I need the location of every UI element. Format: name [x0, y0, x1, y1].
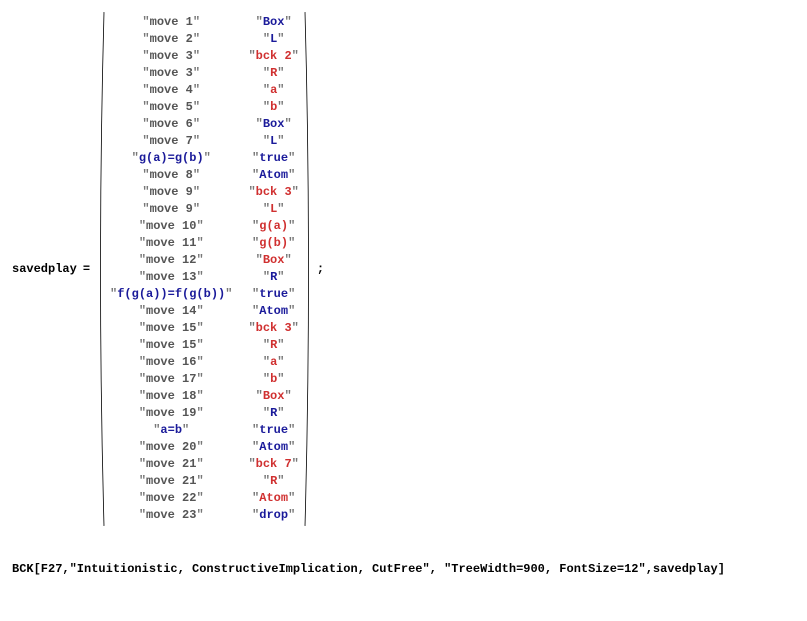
matrix-cell-left: "move 3"	[110, 65, 232, 82]
matrix-cell-right: "R"	[248, 337, 298, 354]
matrix-cell-left: "move 9"	[110, 201, 232, 218]
matrix-cell-left: "move 21"	[110, 473, 232, 490]
matrix-cell-right: "R"	[248, 65, 298, 82]
matrix-cell-left: "move 6"	[110, 116, 232, 133]
matrix-cell-right: "a"	[248, 82, 298, 99]
matrix-table: "move 1""Box""move 2""L""move 3""bck 2""…	[106, 12, 303, 526]
matrix-cell-right: "R"	[248, 405, 298, 422]
matrix-cell-left: "move 11"	[110, 235, 232, 252]
equals-sign: =	[83, 262, 90, 276]
assignment-line: savedplay = "move 1" "Box" "move 2" "L" "mov…	[12, 12, 795, 526]
matrix-cell-left: "move 17"	[110, 371, 232, 388]
matrix-cell-left: "move 14"	[110, 303, 232, 320]
matrix-cell-right: "true"	[248, 286, 298, 303]
matrix-cell-left: "move 15"	[110, 320, 232, 337]
matrix-cell-left: "move 7"	[110, 133, 232, 150]
matrix-cell-right: "L"	[248, 31, 298, 48]
matrix-cell-left: "move 19"	[110, 405, 232, 422]
matrix-cell-left: "move 23"	[110, 507, 232, 524]
matrix-cell-right: "bck 2"	[248, 48, 298, 65]
right-paren-icon	[303, 12, 313, 526]
variable-name: savedplay	[12, 262, 77, 276]
matrix-cell-left: "move 16"	[110, 354, 232, 371]
matrix-cell-left: "move 20"	[110, 439, 232, 456]
left-paren-icon	[96, 12, 106, 526]
matrix-container: "move 1""Box""move 2""L""move 3""bck 2""…	[96, 12, 313, 526]
matrix-cell-left: "a=b"	[110, 422, 232, 439]
matrix-cell-right: "R"	[248, 269, 298, 286]
matrix-cell-right: "true"	[248, 422, 298, 439]
matrix-cell-right: "Box"	[248, 252, 298, 269]
matrix-cell-right: "Atom"	[248, 490, 298, 507]
matrix-cell-right: "Atom"	[248, 439, 298, 456]
matrix-cell-right: "L"	[248, 201, 298, 218]
matrix-cell-right: "b"	[248, 99, 298, 116]
matrix-cell-right: "bck 3"	[248, 184, 298, 201]
matrix-cell-left: "move 15"	[110, 337, 232, 354]
matrix-cell-left: "move 9"	[110, 184, 232, 201]
matrix-cell-right: "Box"	[248, 116, 298, 133]
matrix-cell-left: "move 5"	[110, 99, 232, 116]
matrix-cell-right: "L"	[248, 133, 298, 150]
matrix-cell-right: "drop"	[248, 507, 298, 524]
matrix-cell-left: "f(g(a))=f(g(b))"	[110, 286, 232, 303]
matrix-cell-left: "move 2"	[110, 31, 232, 48]
function-call-line: BCK[F27,"Intuitionistic, ConstructiveImp…	[12, 562, 795, 576]
matrix-cell-right: "a"	[248, 354, 298, 371]
matrix-cell-right: "bck 7"	[248, 456, 298, 473]
matrix-cell-right: "g(b)"	[248, 235, 298, 252]
matrix-cell-left: "move 4"	[110, 82, 232, 99]
matrix-cell-right: "R"	[248, 473, 298, 490]
semicolon: ;	[317, 262, 324, 276]
matrix-cell-left: "move 1"	[110, 14, 232, 31]
matrix-cell-left: "move 21"	[110, 456, 232, 473]
matrix-cell-right: "Box"	[248, 14, 298, 31]
matrix-cell-left: "move 22"	[110, 490, 232, 507]
matrix-cell-left: "move 10"	[110, 218, 232, 235]
matrix-cell-right: "Box"	[248, 388, 298, 405]
matrix-cell-left: "move 12"	[110, 252, 232, 269]
matrix-cell-left: "move 3"	[110, 48, 232, 65]
matrix-cell-right: "true"	[248, 150, 298, 167]
matrix-cell-right: "g(a)"	[248, 218, 298, 235]
matrix-cell-right: "Atom"	[248, 167, 298, 184]
matrix-cell-left: "g(a)=g(b)"	[110, 150, 232, 167]
matrix-cell-right: "Atom"	[248, 303, 298, 320]
matrix-cell-left: "move 18"	[110, 388, 232, 405]
matrix-cell-right: "bck 3"	[248, 320, 298, 337]
matrix-cell-left: "move 13"	[110, 269, 232, 286]
matrix-cell-right: "b"	[248, 371, 298, 388]
matrix-cell-left: "move 8"	[110, 167, 232, 184]
